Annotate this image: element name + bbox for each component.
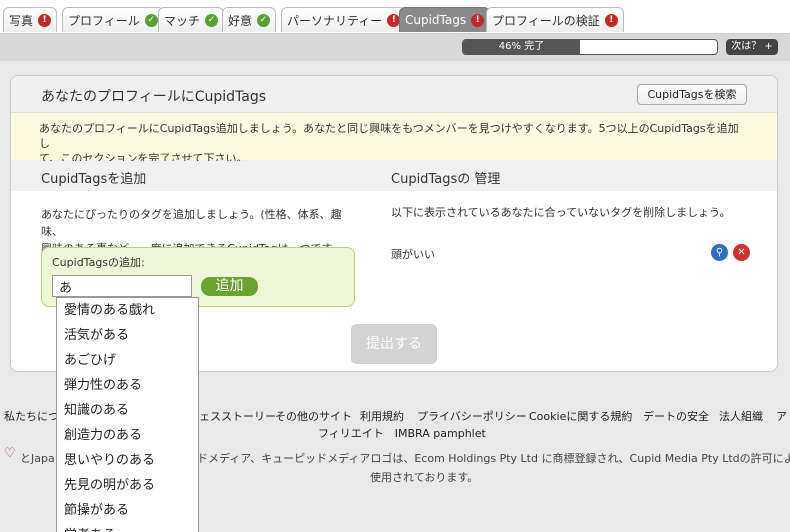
manage-description: 以下に表示されているあなたに合っていないタグを削除しましょう。 <box>391 206 731 219</box>
manage-cupidtags-heading: CupidTagsの 管理 <box>391 172 501 187</box>
autocomplete-option[interactable]: あごひげ <box>57 348 198 373</box>
profile-progress-bar: 46% 完了 <box>462 39 718 55</box>
tab-4[interactable]: パーソナリティー! <box>281 7 407 32</box>
footer-link-corporate[interactable]: 法人組織 <box>719 408 763 424</box>
existing-tag-name: 頭がいい <box>391 248 435 261</box>
next-button[interactable]: 次は？ + <box>726 39 778 55</box>
footer-link-success-stories[interactable]: ェスストーリー <box>199 408 276 424</box>
incomplete-alert-icon: ! <box>38 13 52 27</box>
autocomplete-dropdown: 愛情のある戯れ 活気がある あごひげ 弾力性のある 知識のある 創造力のある 思いやりのある… <box>56 297 199 532</box>
tab-label: 好意 <box>228 13 253 28</box>
copyright-line-1: ドメディア、キューピッドメディアロゴは、Ecom Holdings Pty Lt… <box>197 452 790 465</box>
section-headings: CupidTagsを追加 CupidTagsの 管理 <box>11 161 777 191</box>
complete-check-icon: ✓ <box>205 13 219 27</box>
footer-link-privacy[interactable]: プライバシーポリシー <box>417 408 527 424</box>
add-description-line-1: あなたにぴったりのタグを追加しましょう。(性格、体系、趣味、 <box>41 208 342 238</box>
autocomplete-option[interactable]: 学者ある <box>57 523 198 532</box>
submit-button[interactable]: 提出する <box>351 324 437 364</box>
autocomplete-option[interactable]: 先見の明がある <box>57 473 198 498</box>
panel-title: あなたのプロフィールにCupidTags <box>41 89 267 105</box>
notice-line-1: あなたのプロフィールにCupidTags追加しましょう。あなたと同じ興味をもつメ… <box>39 122 739 150</box>
autocomplete-option[interactable]: 創造力のある <box>57 423 198 448</box>
tab-bar: 写真! プロフィール ✓ マッチ ✓ 好意 ✓ パーソナリティー! CupidTags! プロフィ… <box>0 0 790 34</box>
autocomplete-option[interactable]: 活気がある <box>57 323 198 348</box>
tab-0[interactable]: 写真! <box>3 7 58 32</box>
tab-label: マッチ <box>164 13 201 28</box>
tab-label: CupidTags <box>405 13 467 27</box>
tab-1[interactable]: プロフィール ✓ <box>62 7 164 32</box>
incomplete-alert-icon: ! <box>604 13 618 27</box>
autocomplete-option[interactable]: 弾力性のある <box>57 373 198 398</box>
progress-text: 46% 完了 <box>498 41 545 52</box>
footer-link-other-sites[interactable]: その他のサイト <box>275 408 352 424</box>
panel-header: あなたのプロフィールにCupidTags CupidTagsを検索 <box>11 76 777 113</box>
footer-link-dating-safety[interactable]: デートの安全 <box>643 408 709 424</box>
footer-links-line-2[interactable]: フィリエイト IMBRA pamphlet <box>318 425 486 441</box>
tab-2[interactable]: マッチ ✓ <box>158 7 225 32</box>
add-tag-button[interactable]: 追加 <box>201 277 258 296</box>
tab-3[interactable]: 好意 ✓ <box>222 7 277 32</box>
copyright-line-2: 使用されております。 <box>370 471 479 484</box>
incomplete-alert-icon: ! <box>471 13 485 27</box>
delete-icon[interactable]: ✕ <box>733 244 750 261</box>
tag-input[interactable] <box>52 275 192 297</box>
add-tag-label: CupidTagsの追加: <box>52 256 145 269</box>
progress-strip: 46% 完了 次は？ + <box>0 34 790 61</box>
footer-link-cookie[interactable]: Cookieに関する規約 <box>529 408 632 424</box>
tab-label: プロフィールの検証 <box>492 13 600 28</box>
tab-5[interactable]: CupidTags! <box>399 7 491 32</box>
autocomplete-option[interactable]: 思いやりのある <box>57 448 198 473</box>
add-cupidtags-heading: CupidTagsを追加 <box>41 172 147 187</box>
notice-box: あなたのプロフィールにCupidTags追加しましょう。あなたと同じ興味をもつメ… <box>11 113 777 165</box>
footer-link-about[interactable]: 私たちにつ <box>4 408 59 424</box>
footer-link-affiliate-start[interactable]: ア <box>776 408 787 424</box>
tab-label: 写真 <box>9 13 34 28</box>
autocomplete-option[interactable]: 愛情のある戯れ <box>57 298 198 323</box>
tab-6[interactable]: プロフィールの検証! <box>486 7 624 32</box>
copyright-start: とJapa <box>20 452 55 465</box>
tab-label: パーソナリティー <box>287 13 383 28</box>
search-icon[interactable]: ⚲ <box>711 244 728 261</box>
autocomplete-option[interactable]: 節操がある <box>57 498 198 523</box>
complete-check-icon: ✓ <box>257 13 271 27</box>
footer-link-terms[interactable]: 利用規約 <box>360 408 404 424</box>
complete-check-icon: ✓ <box>144 13 158 27</box>
autocomplete-option[interactable]: 知識のある <box>57 398 198 423</box>
search-cupidtags-button[interactable]: CupidTagsを検索 <box>637 84 747 105</box>
tab-label: プロフィール <box>68 13 140 28</box>
heart-icon: ♡ <box>4 446 16 461</box>
